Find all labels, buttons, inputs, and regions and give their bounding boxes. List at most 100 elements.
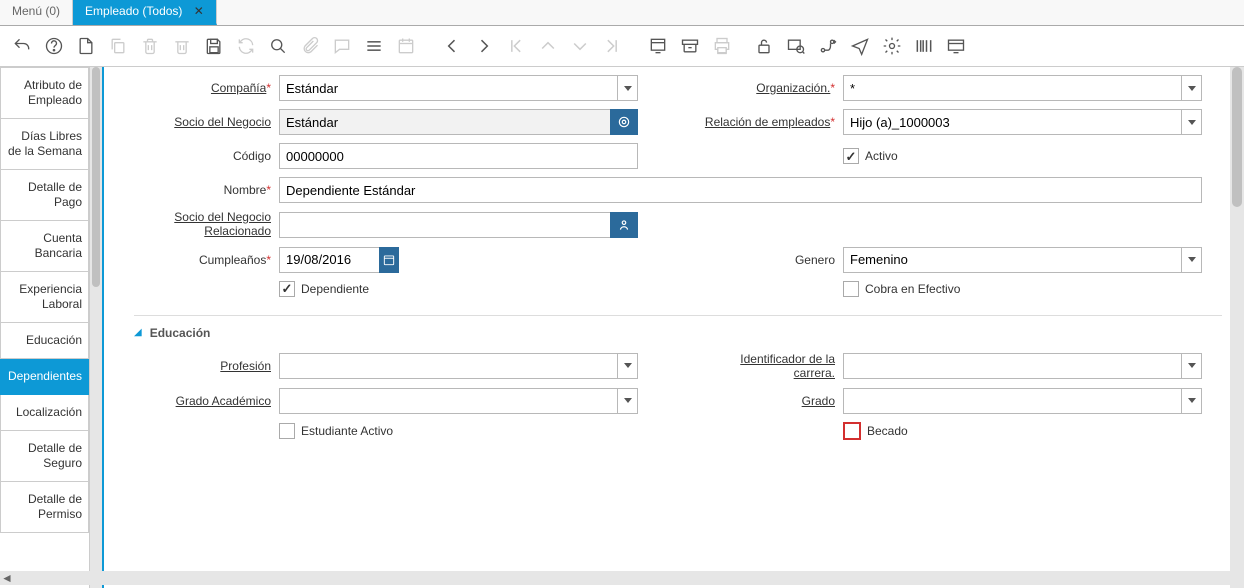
carrera-label: Identificador de la carrera. xyxy=(740,352,835,380)
sidebar-item-dias-libres[interactable]: Días Libres de la Semana xyxy=(0,119,89,170)
organizacion-label: Organización. xyxy=(756,81,830,95)
profesion-dropdown-button[interactable] xyxy=(617,353,638,379)
compania-dropdown-button[interactable] xyxy=(617,75,638,101)
scroll-left-icon[interactable]: ◄ xyxy=(0,571,14,585)
grado-dropdown-button[interactable] xyxy=(1181,388,1202,414)
section-educacion-title: Educación xyxy=(150,326,211,340)
help-icon[interactable] xyxy=(40,32,68,60)
cumple-input[interactable] xyxy=(279,247,379,273)
cobra-checkbox[interactable] xyxy=(843,281,859,297)
new-icon[interactable] xyxy=(72,32,100,60)
delete-icon xyxy=(136,32,164,60)
dependiente-checkbox[interactable] xyxy=(279,281,295,297)
gear-icon[interactable] xyxy=(878,32,906,60)
content-scrollbar[interactable] xyxy=(1230,67,1244,588)
bottom-scrollbar[interactable]: ◄ xyxy=(0,571,1244,585)
tab-empleado-label: Empleado (Todos) xyxy=(85,4,182,18)
nombre-input[interactable] xyxy=(279,177,1202,203)
close-icon[interactable]: ✕ xyxy=(194,4,204,18)
becado-label: Becado xyxy=(867,424,908,438)
attach-icon xyxy=(296,32,324,60)
sidebar-item-detalle-pago[interactable]: Detalle de Pago xyxy=(0,170,89,221)
workflow-icon[interactable] xyxy=(814,32,842,60)
up-icon xyxy=(534,32,562,60)
next-icon[interactable] xyxy=(470,32,498,60)
socio-lookup-button[interactable] xyxy=(610,109,638,135)
send-icon[interactable] xyxy=(846,32,874,60)
dependiente-label: Dependiente xyxy=(301,282,369,296)
cumple-label: Cumpleaños xyxy=(199,253,266,267)
genero-label: Genero xyxy=(795,253,835,267)
grado-input[interactable] xyxy=(843,388,1181,414)
grid-icon[interactable] xyxy=(360,32,388,60)
socio-rel-lookup-button[interactable] xyxy=(610,212,638,238)
estudiante-checkbox-wrap[interactable]: Estudiante Activo xyxy=(279,423,393,439)
becado-checkbox[interactable] xyxy=(843,422,861,440)
delete-all-icon xyxy=(168,32,196,60)
save-icon[interactable] xyxy=(200,32,228,60)
sidebar: Atributo de Empleado Días Libres de la S… xyxy=(0,67,90,588)
dependiente-checkbox-wrap[interactable]: Dependiente xyxy=(279,281,369,297)
collapse-icon[interactable]: ◢ xyxy=(134,327,142,338)
content-area: Compañía* Organización.* xyxy=(104,67,1244,588)
tab-menu[interactable]: Menú (0) xyxy=(0,0,73,25)
lock-icon[interactable] xyxy=(750,32,778,60)
becado-checkbox-wrap[interactable]: Becado xyxy=(843,422,908,440)
barcode-icon[interactable] xyxy=(910,32,938,60)
sidebar-item-cuenta-bancaria[interactable]: Cuenta Bancaria xyxy=(0,221,89,272)
carrera-input[interactable] xyxy=(843,353,1181,379)
sidebar-scrollbar[interactable] xyxy=(90,67,104,588)
socio-input[interactable] xyxy=(279,109,610,135)
report-icon[interactable] xyxy=(644,32,672,60)
sidebar-item-educacion[interactable]: Educación xyxy=(0,323,89,359)
grado-label: Grado xyxy=(802,394,835,408)
profesion-input[interactable] xyxy=(279,353,617,379)
nombre-label: Nombre xyxy=(224,183,267,197)
socio-rel-input[interactable] xyxy=(279,212,610,238)
socio-rel-label: Socio del Negocio Relacionado xyxy=(174,210,271,238)
relacion-input[interactable] xyxy=(843,109,1181,135)
relacion-dropdown-button[interactable] xyxy=(1181,109,1202,135)
grado-acad-dropdown-button[interactable] xyxy=(617,388,638,414)
grado-acad-input[interactable] xyxy=(279,388,617,414)
last-icon xyxy=(598,32,626,60)
print-icon xyxy=(708,32,736,60)
compania-input[interactable] xyxy=(279,75,617,101)
genero-dropdown-button[interactable] xyxy=(1181,247,1202,273)
codigo-label: Código xyxy=(233,149,271,163)
undo-icon[interactable] xyxy=(8,32,36,60)
genero-input[interactable] xyxy=(843,247,1181,273)
zoom-icon[interactable] xyxy=(782,32,810,60)
grado-acad-label: Grado Académico xyxy=(176,394,271,408)
section-educacion-header[interactable]: ◢ Educación xyxy=(134,315,1222,352)
estudiante-checkbox[interactable] xyxy=(279,423,295,439)
codigo-input[interactable] xyxy=(279,143,638,169)
organizacion-dropdown-button[interactable] xyxy=(1181,75,1202,101)
carrera-dropdown-button[interactable] xyxy=(1181,353,1202,379)
organizacion-input[interactable] xyxy=(843,75,1181,101)
tab-menu-label: Menú (0) xyxy=(12,4,60,18)
first-icon xyxy=(502,32,530,60)
sidebar-item-dependientes[interactable]: Dependientes xyxy=(0,359,89,395)
sidebar-item-localizacion[interactable]: Localización xyxy=(0,395,89,431)
down-icon xyxy=(566,32,594,60)
cobra-checkbox-wrap[interactable]: Cobra en Efectivo xyxy=(843,281,960,297)
prev-icon[interactable] xyxy=(438,32,466,60)
screen-icon[interactable] xyxy=(942,32,970,60)
sidebar-item-atributo[interactable]: Atributo de Empleado xyxy=(0,67,89,119)
tab-empleado[interactable]: Empleado (Todos) ✕ xyxy=(73,0,217,25)
copy-icon xyxy=(104,32,132,60)
activo-checkbox-wrap[interactable]: Activo xyxy=(843,148,898,164)
archive-icon[interactable] xyxy=(676,32,704,60)
activo-checkbox[interactable] xyxy=(843,148,859,164)
sidebar-item-detalle-permiso[interactable]: Detalle de Permiso xyxy=(0,482,89,533)
toolbar xyxy=(0,26,1244,67)
cumple-calendar-button[interactable] xyxy=(379,247,399,273)
refresh-icon xyxy=(232,32,260,60)
profesion-label: Profesión xyxy=(220,359,271,373)
sidebar-item-detalle-seguro[interactable]: Detalle de Seguro xyxy=(0,431,89,482)
cobra-label: Cobra en Efectivo xyxy=(865,282,960,296)
estudiante-label: Estudiante Activo xyxy=(301,424,393,438)
search-icon[interactable] xyxy=(264,32,292,60)
sidebar-item-experiencia[interactable]: Experiencia Laboral xyxy=(0,272,89,323)
